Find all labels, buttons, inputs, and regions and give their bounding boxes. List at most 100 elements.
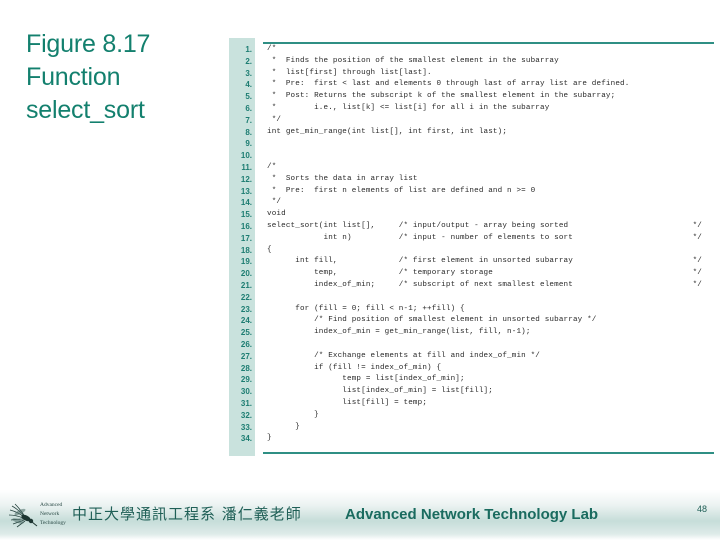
code-line-comment-end: */: [692, 221, 702, 230]
code-line: int fill, /* first element in unsorted s…: [267, 256, 710, 268]
lab-logo-line-3: Technology: [40, 520, 66, 526]
code-line: * Finds the position of the smallest ele…: [267, 56, 710, 68]
line-number: 19.: [240, 257, 252, 267]
line-number: 4.: [245, 80, 252, 90]
line-number: 13.: [240, 186, 252, 196]
line-number: 5.: [245, 92, 252, 102]
line-number: 15.: [240, 210, 252, 220]
line-number: 12.: [240, 174, 252, 184]
code-line-text: */: [267, 198, 282, 207]
line-number: 30.: [240, 387, 252, 397]
lab-logo-line-2: Network: [40, 511, 60, 517]
code-line-text: {: [267, 245, 272, 254]
line-number: 33.: [240, 422, 252, 432]
code-line: }: [267, 422, 710, 434]
code-line-text: list[index_of_min] = list[fill];: [267, 387, 493, 396]
line-number: 32.: [240, 410, 252, 420]
code-line: * i.e., list[k] <= list[i] for all i in …: [267, 103, 710, 115]
code-line-text: */: [267, 115, 282, 124]
affiliation-text: 中正大學通訊工程系 潘仁義老師: [72, 505, 302, 523]
line-number: 1.: [245, 45, 252, 54]
code-listing: /* * Finds the position of the smallest …: [267, 44, 710, 445]
line-number: 29.: [240, 375, 252, 385]
line-number: 31.: [240, 398, 252, 408]
line-number-gutter: 1. 2. 3. 4. 5. 6. 7. 8. 9. 10. 11. 12. 13. 14. 15. 16. 1…: [229, 38, 255, 456]
line-number: 28.: [240, 363, 252, 373]
line-number: 21.: [240, 280, 252, 290]
code-line-text: select_sort(int list[], /* input/output …: [267, 221, 569, 230]
lab-name-text: Advanced Network Technology Lab: [345, 506, 599, 523]
line-number: 25.: [240, 328, 252, 338]
code-line: temp = list[index_of_min];: [267, 374, 710, 386]
code-line-text: /*: [267, 162, 277, 171]
code-line: void: [267, 209, 710, 221]
line-number: 3.: [245, 68, 252, 78]
line-number: 18.: [240, 245, 252, 255]
code-line: }: [267, 410, 710, 422]
lab-logo-line-1: Advanced: [40, 502, 63, 508]
lab-logo-text: Advanced Network Technology: [40, 501, 66, 528]
code-line: * list[first] through list[last].: [267, 68, 710, 80]
line-number: 23.: [240, 304, 252, 314]
code-line: */: [267, 197, 710, 209]
code-line-text: void: [267, 210, 286, 219]
code-line-text: /*: [267, 45, 277, 53]
code-line: * Pre: first < last and elements 0 throu…: [267, 79, 710, 91]
code-line: /* Exchange elements at fill and index_o…: [267, 351, 710, 363]
code-line: if (fill != index_of_min) {: [267, 363, 710, 375]
code-line-text: * Post: Returns the subscript k of the s…: [267, 92, 616, 101]
line-number: 9.: [245, 139, 252, 149]
line-number: 14.: [240, 198, 252, 208]
code-line: /* Find position of smallest element in …: [267, 315, 710, 327]
code-line-text: * i.e., list[k] <= list[i] for all i in …: [267, 103, 550, 112]
code-line-text: list[fill] = temp;: [267, 398, 428, 407]
line-number: 24.: [240, 316, 252, 326]
code-line-text: temp = list[index_of_min];: [267, 375, 465, 384]
code-line-text: index_of_min = get_min_range(list, fill,…: [267, 328, 531, 337]
code-line: index_of_min; /* subscript of next small…: [267, 280, 710, 292]
code-line: int get_min_range(int list[], int first,…: [267, 127, 710, 139]
code-line-comment-end: */: [692, 257, 702, 266]
line-number: 34.: [240, 434, 252, 444]
code-figure: 1. 2. 3. 4. 5. 6. 7. 8. 9. 10. 11. 12. 13. 14. 15. 16. 1…: [229, 38, 714, 456]
code-line: * Pre: first n elements of list are defi…: [267, 186, 710, 198]
code-pane: /* * Finds the position of the smallest …: [255, 38, 714, 456]
line-number: 10.: [240, 151, 252, 161]
code-line-text: int fill, /* first element in unsorted s…: [267, 257, 573, 266]
line-number: 27.: [240, 351, 252, 361]
code-line: list[index_of_min] = list[fill];: [267, 386, 710, 398]
figure-rule-bottom: [263, 452, 714, 454]
line-number: 26.: [240, 339, 252, 349]
line-number: 20.: [240, 269, 252, 279]
lab-logo: Advanced Network Technology: [4, 498, 78, 536]
code-line: index_of_min = get_min_range(list, fill,…: [267, 327, 710, 339]
line-number: 7.: [245, 115, 252, 125]
code-line: */: [267, 115, 710, 127]
code-line-text: * Finds the position of the smallest ele…: [267, 56, 559, 65]
code-line-text: index_of_min; /* subscript of next small…: [267, 280, 573, 289]
page-title-line-3: select_sort: [26, 96, 145, 124]
mosquito-icon: [8, 503, 38, 528]
page-number: 48: [696, 504, 707, 514]
code-line-text: if (fill != index_of_min) {: [267, 363, 442, 372]
page-title-line-1: Figure 8.17: [26, 30, 151, 58]
code-line-text: * list[first] through list[last].: [267, 68, 432, 77]
code-line: * Sorts the data in array list: [267, 174, 710, 186]
code-line-text: }: [267, 434, 272, 443]
page-title-line-2: Function: [26, 63, 121, 91]
code-line-text: temp, /* temporary storage: [267, 269, 493, 278]
code-line-text: }: [267, 410, 319, 419]
code-line: {: [267, 245, 710, 257]
code-line: /*: [267, 44, 710, 56]
code-line-text: /* Find position of smallest element in …: [267, 316, 597, 325]
line-number: 2.: [245, 56, 252, 66]
line-number: 17.: [240, 233, 252, 243]
code-line-text: * Pre: first < last and elements 0 throu…: [267, 80, 630, 89]
line-number: 8.: [245, 127, 252, 137]
code-line: temp, /* temporary storage */: [267, 268, 710, 280]
code-line-text: for (fill = 0; fill < n-1; ++fill) {: [267, 304, 465, 313]
